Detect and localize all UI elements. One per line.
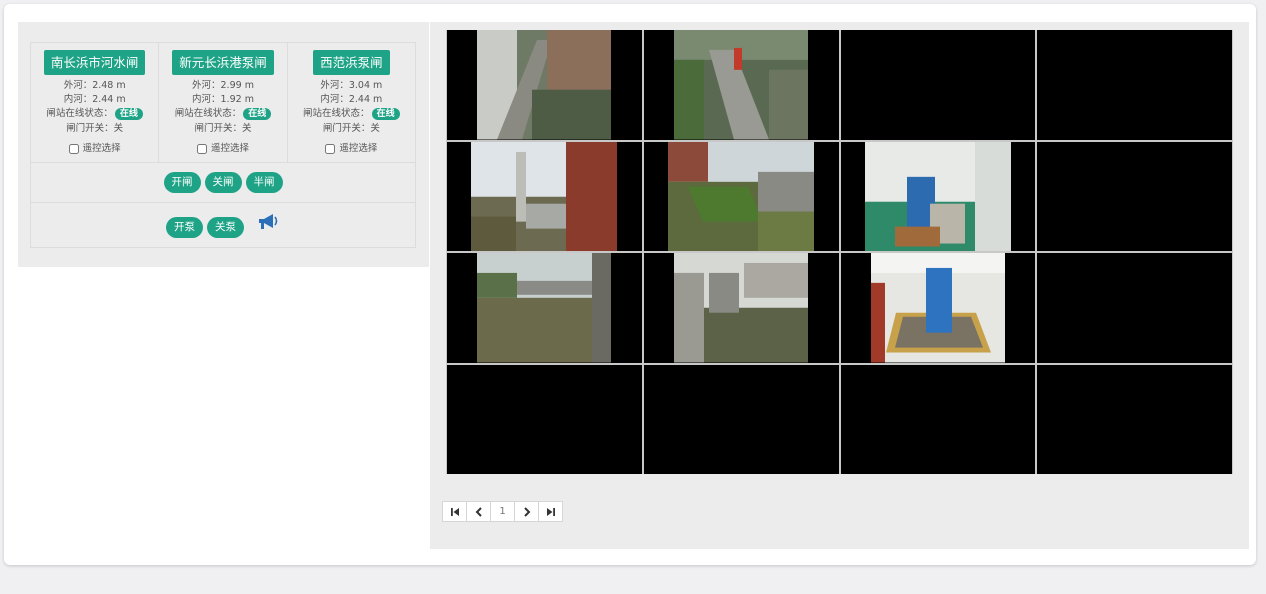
camera-feed[interactable] (673, 30, 808, 140)
gate-state: 闸门开关：关 (66, 122, 124, 134)
station-card: 南长浜市河水闸 外河：2.48 m 内河：2.44 m 闸站在线状态： 在线 闸门… (31, 43, 160, 162)
last-page-icon[interactable] (539, 502, 562, 521)
station-name[interactable]: 西范浜泵闸 (313, 50, 390, 75)
station-card: 西范浜泵闸 外河：3.04 m 内河：2.44 m 闸站在线状态： 在线 闸门开关… (288, 43, 415, 162)
online-status-label: 闸站在线状态： (46, 108, 113, 120)
next-page-icon[interactable] (515, 502, 539, 521)
outer-water-level: 外河：2.99 m (192, 80, 254, 91)
camera-feed[interactable] (477, 30, 611, 140)
inner-water-level: 内河：2.44 m (63, 94, 126, 106)
video-grid (446, 30, 1233, 474)
video-cell[interactable] (840, 253, 1036, 363)
remote-label: 遥控选择 (82, 142, 121, 154)
video-cell[interactable] (447, 364, 642, 474)
online-status: 闸站在线状态： 在线 (175, 107, 272, 121)
remote-checkbox[interactable] (68, 143, 79, 154)
prev-page-icon[interactable] (467, 502, 491, 521)
megaphone-icon[interactable] (256, 212, 280, 232)
page-number[interactable]: 1 (491, 502, 515, 521)
gate-state: 闸门开关：关 (194, 122, 252, 134)
video-panel: 1 (430, 22, 1249, 549)
remote-label: 遥控选择 (210, 142, 249, 154)
remote-label: 遥控选择 (339, 142, 378, 154)
video-cell[interactable] (643, 364, 839, 474)
camera-feed[interactable] (864, 141, 1011, 251)
video-cell[interactable] (1037, 364, 1232, 474)
station-list: 南长浜市河水闸 外河：2.48 m 内河：2.44 m 闸站在线状态： 在线 闸门… (30, 42, 416, 163)
remote-select[interactable]: 遥控选择 (196, 142, 249, 156)
camera-feed[interactable] (870, 253, 1005, 363)
video-cell[interactable] (447, 253, 642, 363)
online-status: 闸站在线状态： 在线 (303, 107, 400, 121)
video-cell[interactable] (1037, 30, 1232, 140)
status-badge: 在线 (371, 108, 400, 121)
pagination: 1 (442, 501, 563, 522)
video-cell[interactable] (447, 30, 642, 140)
online-status-label: 闸站在线状态： (303, 108, 370, 120)
camera-feed[interactable] (673, 253, 808, 363)
close-pump-button[interactable]: 关泵 (207, 216, 244, 238)
open-gate-button[interactable]: 开闸 (163, 172, 201, 193)
pump-control-row: 开泵 关泵 (30, 203, 416, 248)
remote-checkbox[interactable] (196, 143, 207, 154)
remote-select[interactable]: 遥控选择 (325, 142, 377, 156)
gate-state: 闸门开关：关 (322, 122, 380, 134)
video-cell[interactable] (840, 364, 1036, 474)
camera-feed[interactable] (471, 141, 617, 251)
half-gate-button[interactable]: 半闸 (245, 172, 283, 193)
remote-checkbox[interactable] (325, 143, 336, 154)
station-name[interactable]: 新元长浜港泵闸 (172, 50, 274, 75)
first-page-icon[interactable] (443, 502, 467, 521)
outer-water-level: 外河：3.04 m (320, 80, 383, 91)
station-card: 新元长浜港泵闸 外河：2.99 m 内河：1.92 m 闸站在线状态： 在线 闸门… (159, 43, 288, 162)
control-panel: 南长浜市河水闸 外河：2.48 m 内河：2.44 m 闸站在线状态： 在线 闸门… (18, 22, 429, 267)
remote-select[interactable]: 遥控选择 (68, 142, 121, 156)
online-status: 闸站在线状态： 在线 (46, 107, 143, 121)
gate-control-row: 开闸 关闸 半闸 (30, 163, 416, 203)
camera-feed[interactable] (477, 253, 611, 363)
inner-water-level: 内河：2.44 m (320, 94, 383, 106)
video-cell[interactable] (1037, 253, 1232, 363)
open-pump-button[interactable]: 开泵 (166, 216, 203, 238)
video-cell[interactable] (447, 141, 642, 251)
inner-water-level: 内河：1.92 m (192, 94, 254, 106)
outer-water-level: 外河：2.48 m (63, 80, 126, 91)
main-card: 南长浜市河水闸 外河：2.48 m 内河：2.44 m 闸站在线状态： 在线 闸门… (4, 4, 1256, 565)
video-cell[interactable] (643, 141, 839, 251)
status-badge: 在线 (243, 108, 272, 121)
video-cell[interactable] (840, 30, 1036, 140)
camera-feed[interactable] (667, 141, 814, 251)
station-name[interactable]: 南长浜市河水闸 (43, 50, 146, 75)
video-cell[interactable] (840, 141, 1036, 251)
video-cell[interactable] (1037, 141, 1232, 251)
online-status-label: 闸站在线状态： (174, 108, 242, 120)
close-gate-button[interactable]: 关闸 (204, 172, 242, 193)
video-cell[interactable] (643, 30, 839, 140)
video-cell[interactable] (643, 253, 839, 363)
status-badge: 在线 (114, 108, 143, 121)
